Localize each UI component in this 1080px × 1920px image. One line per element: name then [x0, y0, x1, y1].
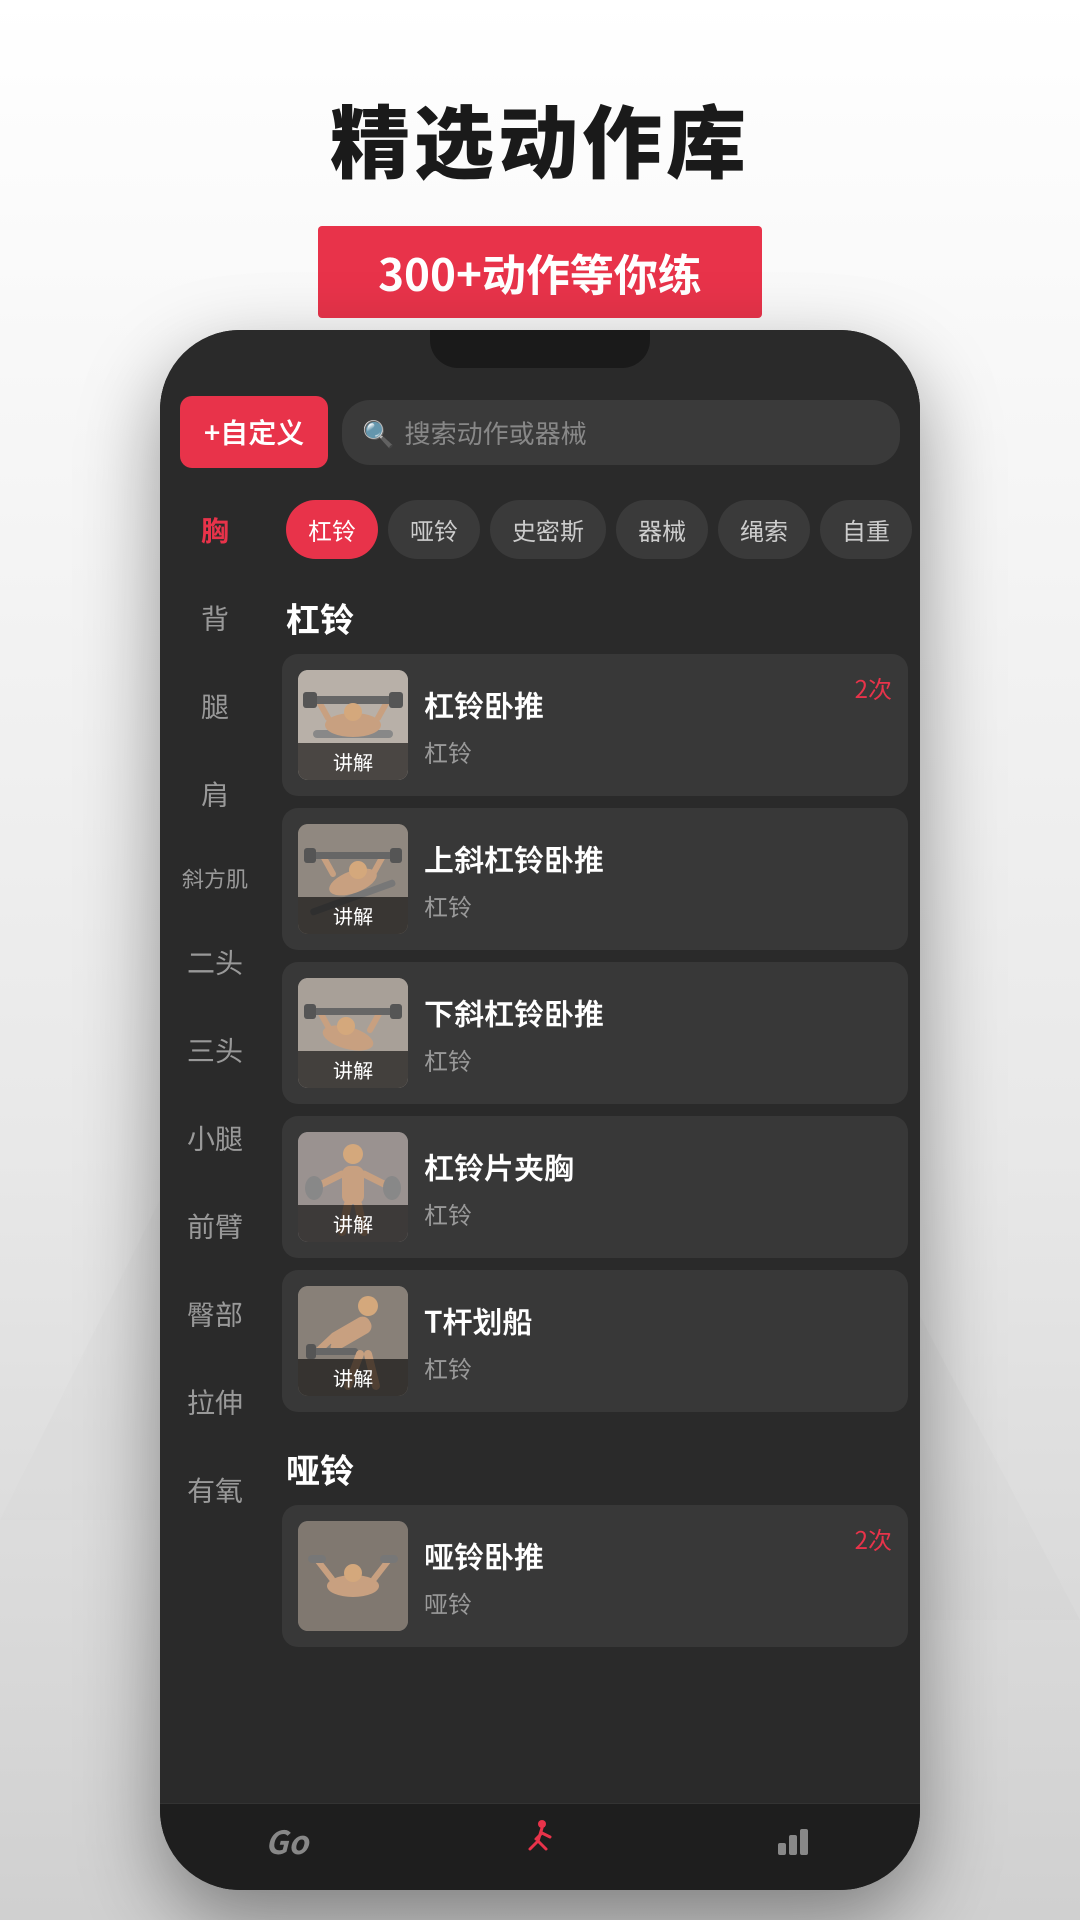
section-header-barbell: 杠铃	[270, 573, 920, 654]
exercise-info-db-bench-press: 哑铃卧推 哑铃	[424, 1533, 892, 1620]
sidebar-item-cardio[interactable]: 有氧	[160, 1446, 270, 1534]
exercise-thumb-bench-press: 讲解	[298, 670, 408, 780]
sidebar-item-trapezius[interactable]: 斜方肌	[160, 838, 270, 918]
lecture-label-plate-fly: 讲解	[298, 1205, 408, 1242]
phone-frame: +自定义 🔍 搜索动作或器械 胸 背 腿 肩 斜方肌 二头 三头 小腿	[160, 330, 920, 1890]
exercise-card-db-bench-press[interactable]: 哑铃卧推 哑铃 2次	[282, 1505, 908, 1647]
nav-item-stats[interactable]	[667, 1818, 920, 1870]
sidebar-item-legs[interactable]: 腿	[160, 662, 270, 750]
search-input-placeholder: 搜索动作或器械	[405, 414, 587, 451]
nav-go-icon: Go	[265, 1818, 308, 1864]
sidebar-item-forearm[interactable]: 前臂	[160, 1182, 270, 1270]
nav-item-workout[interactable]	[413, 1818, 666, 1870]
filter-cable[interactable]: 绳索	[718, 500, 810, 559]
filter-barbell[interactable]: 杠铃	[286, 500, 378, 559]
exercise-name-incline-press: 上斜杠铃卧推	[424, 836, 892, 880]
filter-dumbbell[interactable]: 哑铃	[388, 500, 480, 559]
exercise-thumb-plate-fly: 讲解	[298, 1132, 408, 1242]
exercise-card-t-row[interactable]: 讲解 T杆划船 杠铃	[282, 1270, 908, 1412]
exercise-info-bench-press: 杠铃卧推 杠铃	[424, 682, 892, 769]
sidebar-item-glute[interactable]: 臀部	[160, 1270, 270, 1358]
exercise-card-plate-fly[interactable]: 讲解 杠铃片夹胸 杠铃	[282, 1116, 908, 1258]
filter-machine[interactable]: 器械	[616, 500, 708, 559]
exercise-card-bench-press[interactable]: 讲解 杠铃卧推 杠铃 2次	[282, 654, 908, 796]
sidebar-item-bicep[interactable]: 二头	[160, 918, 270, 1006]
phone-screen: +自定义 🔍 搜索动作或器械 胸 背 腿 肩 斜方肌 二头 三头 小腿	[160, 330, 920, 1890]
subtitle-banner: 300+动作等你练	[318, 226, 762, 318]
exercise-sub-db-bench-press: 哑铃	[424, 1585, 892, 1620]
exercise-sub-plate-fly: 杠铃	[424, 1196, 892, 1231]
exercise-thumb-decline-press: 讲解	[298, 978, 408, 1088]
phone-notch	[430, 330, 650, 368]
exercise-thumb-db-bench-press	[298, 1521, 408, 1631]
exercise-name-decline-press: 下斜杠铃卧推	[424, 990, 892, 1034]
exercise-info-t-row: T杆划船 杠铃	[424, 1298, 892, 1385]
lecture-label-decline-press: 讲解	[298, 1051, 408, 1088]
exercise-thumb-incline-press: 讲解	[298, 824, 408, 934]
exercise-count-bench-press: 2次	[855, 670, 892, 705]
search-icon: 🔍	[362, 414, 394, 451]
nav-item-go[interactable]: Go	[160, 1818, 413, 1870]
filter-bar: 杠铃 哑铃 史密斯 器械 绳索 自重 其他	[270, 486, 920, 573]
sidebar-item-chest[interactable]: 胸	[160, 486, 270, 574]
lecture-label-bench-press: 讲解	[298, 743, 408, 780]
sidebar-item-back[interactable]: 背	[160, 574, 270, 662]
exercise-name-t-row: T杆划船	[424, 1298, 892, 1342]
sidebar: 胸 背 腿 肩 斜方肌 二头 三头 小腿 前臂 臀部 拉伸 有氧	[160, 486, 270, 1803]
nav-chart-icon	[774, 1818, 812, 1870]
exercise-name-plate-fly: 杠铃片夹胸	[424, 1144, 892, 1188]
exercise-name-db-bench-press: 哑铃卧推	[424, 1533, 892, 1577]
bottom-nav: Go	[160, 1803, 920, 1890]
exercise-card-decline-press[interactable]: 讲解 下斜杠铃卧推 杠铃	[282, 962, 908, 1104]
exercise-card-incline-press[interactable]: 讲解 上斜杠铃卧推 杠铃	[282, 808, 908, 950]
exercise-name-bench-press: 杠铃卧推	[424, 682, 892, 726]
page-title: 精选动作库	[0, 80, 1080, 196]
filter-bodyweight[interactable]: 自重	[820, 500, 912, 559]
exercise-info-decline-press: 下斜杠铃卧推 杠铃	[424, 990, 892, 1077]
exercise-info-plate-fly: 杠铃片夹胸 杠铃	[424, 1144, 892, 1231]
lecture-label-incline-press: 讲解	[298, 897, 408, 934]
sidebar-item-shoulder[interactable]: 肩	[160, 750, 270, 838]
exercise-sub-incline-press: 杠铃	[424, 888, 892, 923]
sidebar-item-calf[interactable]: 小腿	[160, 1094, 270, 1182]
sidebar-item-stretch[interactable]: 拉伸	[160, 1358, 270, 1446]
top-bar: +自定义 🔍 搜索动作或器械	[160, 378, 920, 486]
filter-smith[interactable]: 史密斯	[490, 500, 606, 559]
exercise-sub-t-row: 杠铃	[424, 1350, 892, 1385]
exercise-count-db-bench-press: 2次	[855, 1521, 892, 1556]
right-content: 杠铃 哑铃 史密斯 器械 绳索 自重 其他 杠铃	[270, 486, 920, 1803]
sidebar-item-tricep[interactable]: 三头	[160, 1006, 270, 1094]
lecture-label-t-row: 讲解	[298, 1359, 408, 1396]
exercise-info-incline-press: 上斜杠铃卧推 杠铃	[424, 836, 892, 923]
section-header-dumbbell: 哑铃	[270, 1424, 920, 1505]
main-area: 胸 背 腿 肩 斜方肌 二头 三头 小腿 前臂 臀部 拉伸 有氧	[160, 486, 920, 1803]
exercise-thumb-t-row: 讲解	[298, 1286, 408, 1396]
nav-run-icon	[520, 1818, 560, 1870]
exercise-sub-bench-press: 杠铃	[424, 734, 892, 769]
customize-button[interactable]: +自定义	[180, 396, 328, 468]
exercise-sub-decline-press: 杠铃	[424, 1042, 892, 1077]
search-bar[interactable]: 🔍 搜索动作或器械	[342, 400, 900, 465]
